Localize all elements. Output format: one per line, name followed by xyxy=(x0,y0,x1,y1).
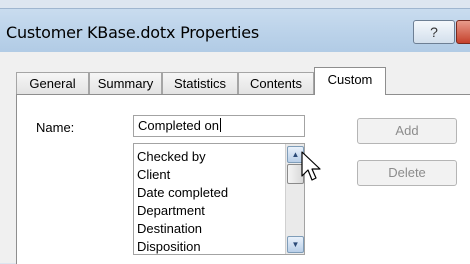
list-item[interactable]: Destination xyxy=(137,220,228,238)
list-item[interactable]: Department xyxy=(137,202,228,220)
window-title: Customer KBase.dotx Properties xyxy=(6,23,259,42)
add-button[interactable]: Add xyxy=(357,118,457,144)
name-label: Name: xyxy=(36,120,75,135)
text-caret xyxy=(219,118,221,132)
list-item[interactable]: Client xyxy=(137,166,228,184)
tab-summary[interactable]: Summary xyxy=(89,72,162,94)
help-question-icon: ? xyxy=(430,24,438,40)
tab-statistics[interactable]: Statistics xyxy=(162,72,238,94)
scroll-down-arrow-icon[interactable]: ▼ xyxy=(287,236,304,253)
mouse-pointer-icon xyxy=(301,151,321,181)
list-item[interactable]: Checked by xyxy=(137,148,228,166)
tab-contents[interactable]: Contents xyxy=(238,72,314,94)
tab-general[interactable]: General xyxy=(16,72,89,94)
name-list[interactable]: Checked by Client Date completed Departm… xyxy=(133,143,305,255)
delete-button[interactable]: Delete xyxy=(357,160,457,186)
list-item[interactable]: Disposition xyxy=(137,238,228,254)
list-item[interactable]: Date completed xyxy=(137,184,228,202)
title-bar: Customer KBase.dotx Properties ? xyxy=(0,8,470,53)
tab-custom[interactable]: Custom xyxy=(314,67,386,95)
close-button[interactable] xyxy=(456,20,470,44)
help-button[interactable]: ? xyxy=(413,20,455,44)
name-input[interactable]: Completed on xyxy=(133,115,305,137)
